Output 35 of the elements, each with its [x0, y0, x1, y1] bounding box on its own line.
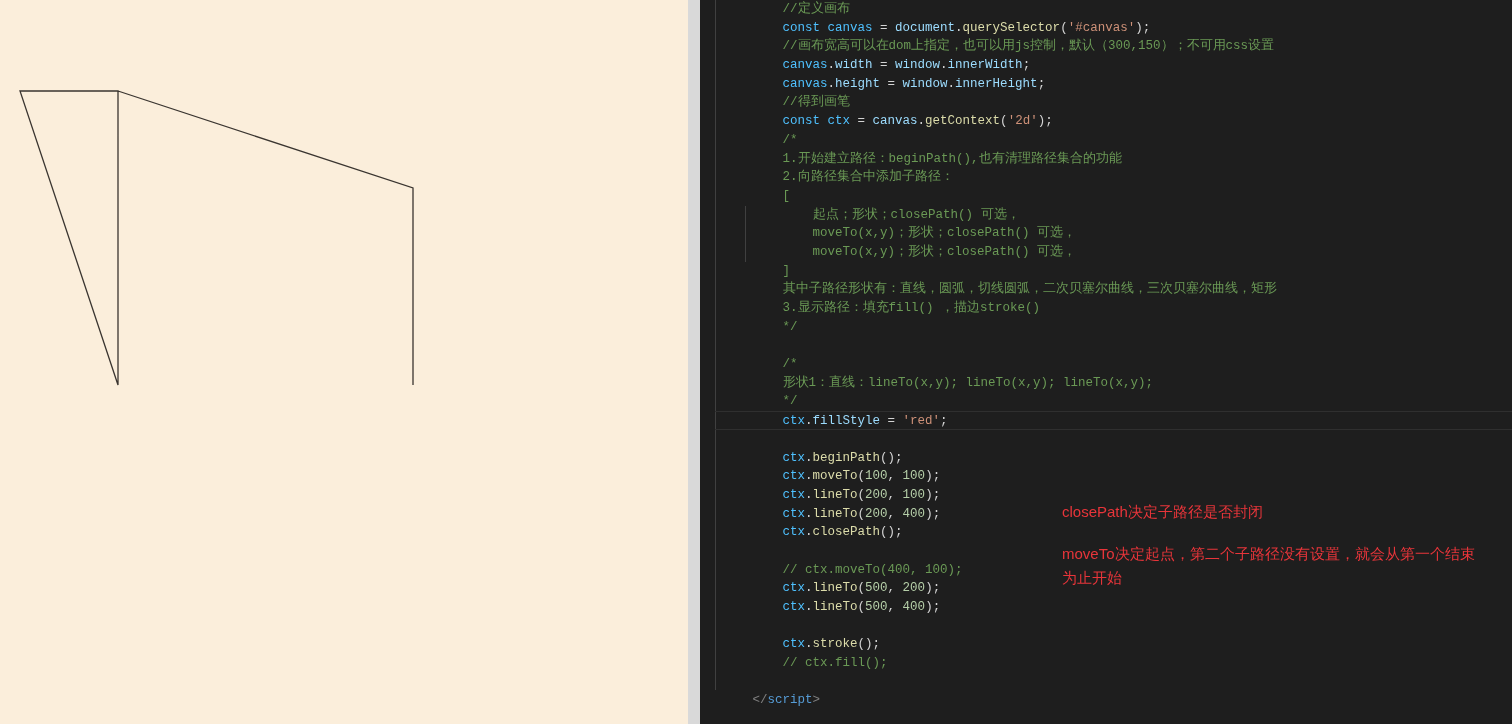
code-line: ctx.closePath();: [782, 524, 903, 542]
code-line: ctx.lineTo(500, 200);: [782, 580, 941, 598]
code-line: ctx.lineTo(200, 400);: [782, 505, 941, 523]
code-line: ctx.moveTo(100, 100);: [782, 468, 941, 486]
code-line: ]: [782, 262, 791, 280]
code-line: canvas.width = window.innerWidth;: [782, 57, 1031, 75]
code-line: // ctx.moveTo(400, 100);: [782, 561, 963, 579]
code-line: ctx.fillStyle = 'red';: [782, 413, 948, 431]
code-line: canvas.height = window.innerHeight;: [782, 75, 1046, 93]
code-line: 1.开始建立路径：beginPath(),也有清理路径集合的功能: [782, 150, 1122, 168]
code-line: /*: [782, 356, 798, 374]
code-line: /*: [782, 131, 798, 149]
code-line: // ctx.fill();: [782, 655, 888, 673]
code-line: //画布宽高可以在dom上指定，也可以用js控制，默认（300,150）；不可用css设置: [782, 37, 1275, 56]
code-line: </script>: [752, 692, 821, 710]
code-line: 形状1：直线：lineTo(x,y); lineTo(x,y); lineTo(x,y);: [782, 374, 1154, 392]
code-line: 2.向路径集合中添加子路径：: [782, 168, 954, 187]
code-line: 3.显示路径：填充fill() ，描边stroke(): [782, 299, 1041, 317]
code-line: ctx.beginPath();: [782, 449, 903, 467]
code-line: const canvas = document.querySelector('#canvas');: [782, 19, 1151, 37]
code-line: moveTo(x,y)；形状；closePath() 可选，: [812, 224, 1077, 243]
code-line: //定义画布: [782, 0, 850, 18]
code-line: ctx.stroke();: [782, 636, 881, 654]
code-line: 起点；形状；closePath() 可选，: [812, 206, 1020, 224]
annotation-text: closePath决定子路径是否封闭: [1062, 502, 1264, 522]
code-line: */: [782, 318, 798, 336]
annotation-text: moveTo决定起点，第二个子路径没有设置，就会从第一个结束为止开始: [1062, 544, 1476, 588]
code-line: [: [782, 187, 791, 205]
code-line: 其中子路径形状有：直线，圆弧，切线圆弧，二次贝塞尔曲线，三次贝塞尔曲线，矩形: [782, 280, 1277, 299]
code-line: const ctx = canvas.getContext('2d');: [782, 113, 1053, 131]
code-line: ctx.lineTo(500, 400);: [782, 599, 941, 616]
code-line: */: [782, 393, 798, 411]
code-line: //得到画笔: [782, 93, 850, 112]
code-line: moveTo(x,y)；形状；closePath() 可选，: [812, 243, 1077, 261]
code-line: ctx.lineTo(200, 100);: [782, 486, 941, 504]
